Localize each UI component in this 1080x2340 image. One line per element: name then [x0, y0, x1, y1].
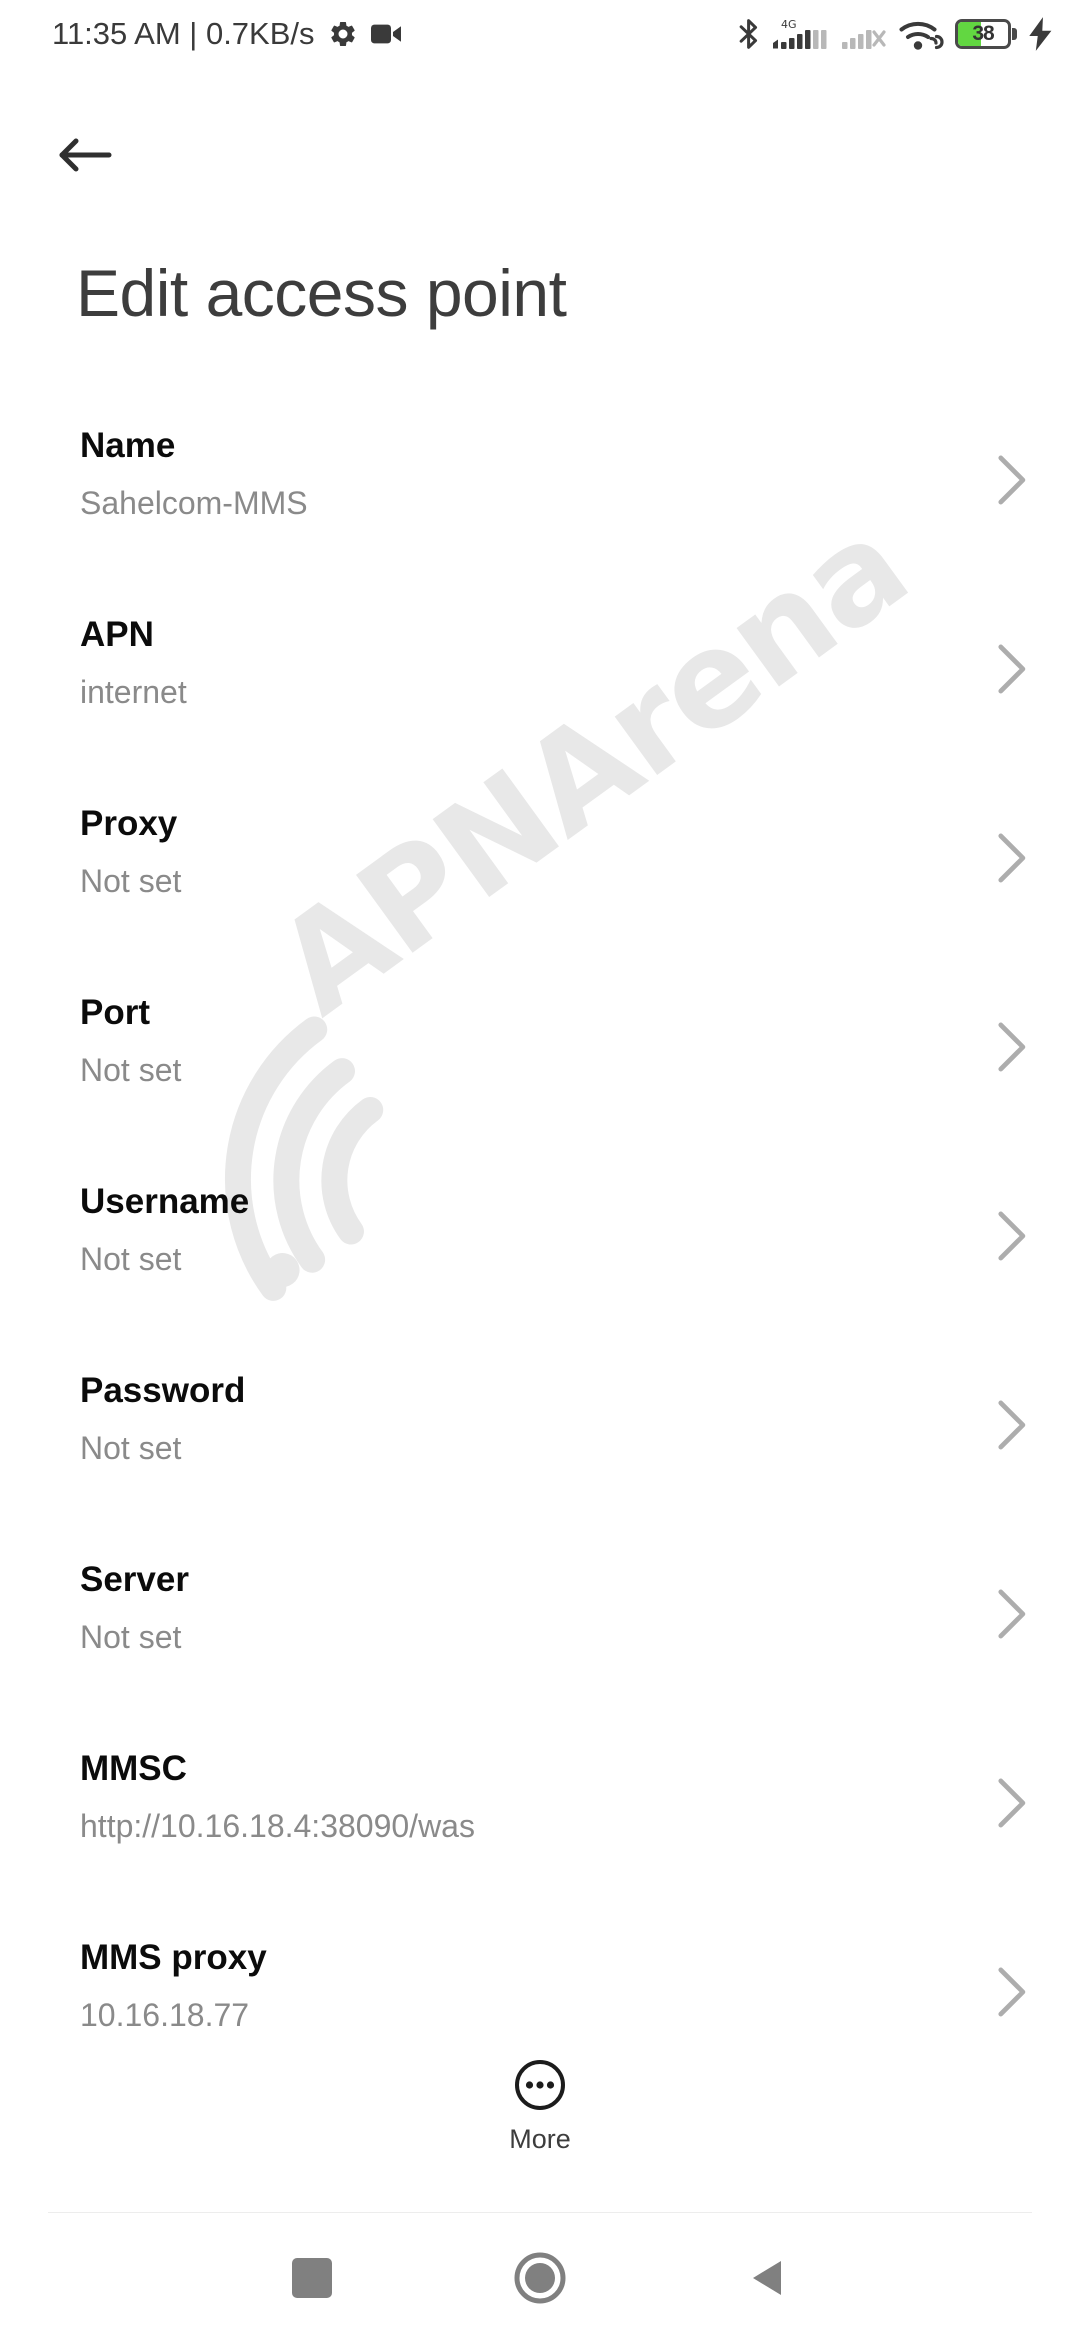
- status-bar-right: 4G 38: [737, 16, 1054, 52]
- setting-value: Sahelcom-MMS: [80, 485, 308, 521]
- nav-back-button[interactable]: [718, 2228, 818, 2328]
- setting-row-name[interactable]: Name Sahelcom-MMS: [0, 414, 1080, 603]
- more-button[interactable]: More: [0, 2050, 1080, 2155]
- status-bar-left: 11:35 AM | 0.7KB/s: [52, 16, 403, 52]
- setting-value: http://10.16.18.4:38090/was: [80, 1808, 475, 1844]
- setting-label: MMSC: [80, 1749, 187, 1788]
- battery-cap: [1012, 28, 1017, 40]
- more-horizontal-circle-icon: [515, 2060, 565, 2110]
- setting-value: Not set: [80, 1430, 182, 1466]
- setting-row-apn[interactable]: APN internet: [0, 603, 1080, 792]
- battery-icon: 38: [955, 19, 1017, 49]
- setting-label: Password: [80, 1371, 246, 1410]
- wifi-icon: [899, 21, 944, 50]
- setting-row-server[interactable]: Server Not set: [0, 1548, 1080, 1737]
- setting-label: Proxy: [80, 804, 178, 843]
- nav-recents-button[interactable]: [262, 2228, 362, 2328]
- setting-value: internet: [80, 674, 187, 710]
- gear-icon: [330, 21, 355, 46]
- chevron-right-icon: [998, 1967, 1026, 2017]
- setting-row-port[interactable]: Port Not set: [0, 981, 1080, 1170]
- setting-row-mmsc[interactable]: MMSC http://10.16.18.4:38090/was: [0, 1737, 1080, 1926]
- setting-row-password[interactable]: Password Not set: [0, 1359, 1080, 1548]
- more-button-label: More: [509, 2124, 571, 2154]
- phone-screen: APNArena 11:35 AM | 0.7KB/s 4G 38 Edit a…: [0, 0, 1080, 2340]
- settings-list: Name Sahelcom-MMS APN internet Proxy Not…: [0, 414, 1080, 2115]
- setting-value: Not set: [80, 1241, 182, 1277]
- chevron-right-icon: [998, 1022, 1026, 1072]
- setting-row-proxy[interactable]: Proxy Not set: [0, 792, 1080, 981]
- arrow-left-icon: [59, 138, 112, 172]
- setting-label: APN: [80, 615, 154, 654]
- page-title: Edit access point: [76, 256, 567, 330]
- back-button[interactable]: [48, 118, 122, 192]
- setting-value: Not set: [80, 863, 182, 899]
- square-icon: [292, 2257, 332, 2298]
- circle-icon: [514, 2252, 566, 2303]
- setting-label: Name: [80, 426, 176, 465]
- signal-4g-icon: 4G: [773, 18, 827, 49]
- chevron-right-icon: [998, 1778, 1026, 1828]
- setting-label: MMS proxy: [80, 1938, 267, 1977]
- status-bar: 11:35 AM | 0.7KB/s 4G 38: [0, 0, 1080, 68]
- chevron-right-icon: [998, 1211, 1026, 1261]
- setting-value: Not set: [80, 1052, 182, 1088]
- navbar-divider: [48, 2212, 1032, 2213]
- setting-value: Not set: [80, 1619, 182, 1655]
- chevron-right-icon: [998, 833, 1026, 883]
- bluetooth-icon: [739, 19, 758, 49]
- video-camera-icon: [370, 24, 401, 44]
- setting-row-username[interactable]: Username Not set: [0, 1170, 1080, 1359]
- svg-text:4G: 4G: [781, 18, 797, 31]
- clock-and-network-speed: 11:35 AM | 0.7KB/s: [52, 16, 315, 51]
- chevron-right-icon: [998, 1400, 1026, 1450]
- signal-no-service-icon: [842, 30, 886, 49]
- battery-body: 38: [955, 19, 1011, 49]
- setting-label: Server: [80, 1560, 189, 1599]
- setting-value: 10.16.18.77: [80, 1997, 250, 2033]
- charging-bolt-icon: [1029, 17, 1052, 51]
- chevron-right-icon: [998, 455, 1026, 505]
- nav-home-button[interactable]: [490, 2228, 590, 2328]
- setting-label: Username: [80, 1182, 250, 1221]
- setting-label: Port: [80, 993, 150, 1032]
- triangle-left-icon: [753, 2260, 781, 2295]
- system-navigation-bar: [0, 2215, 1080, 2340]
- battery-percent-label: 38: [972, 22, 994, 45]
- chevron-right-icon: [998, 1589, 1026, 1639]
- chevron-right-icon: [998, 644, 1026, 694]
